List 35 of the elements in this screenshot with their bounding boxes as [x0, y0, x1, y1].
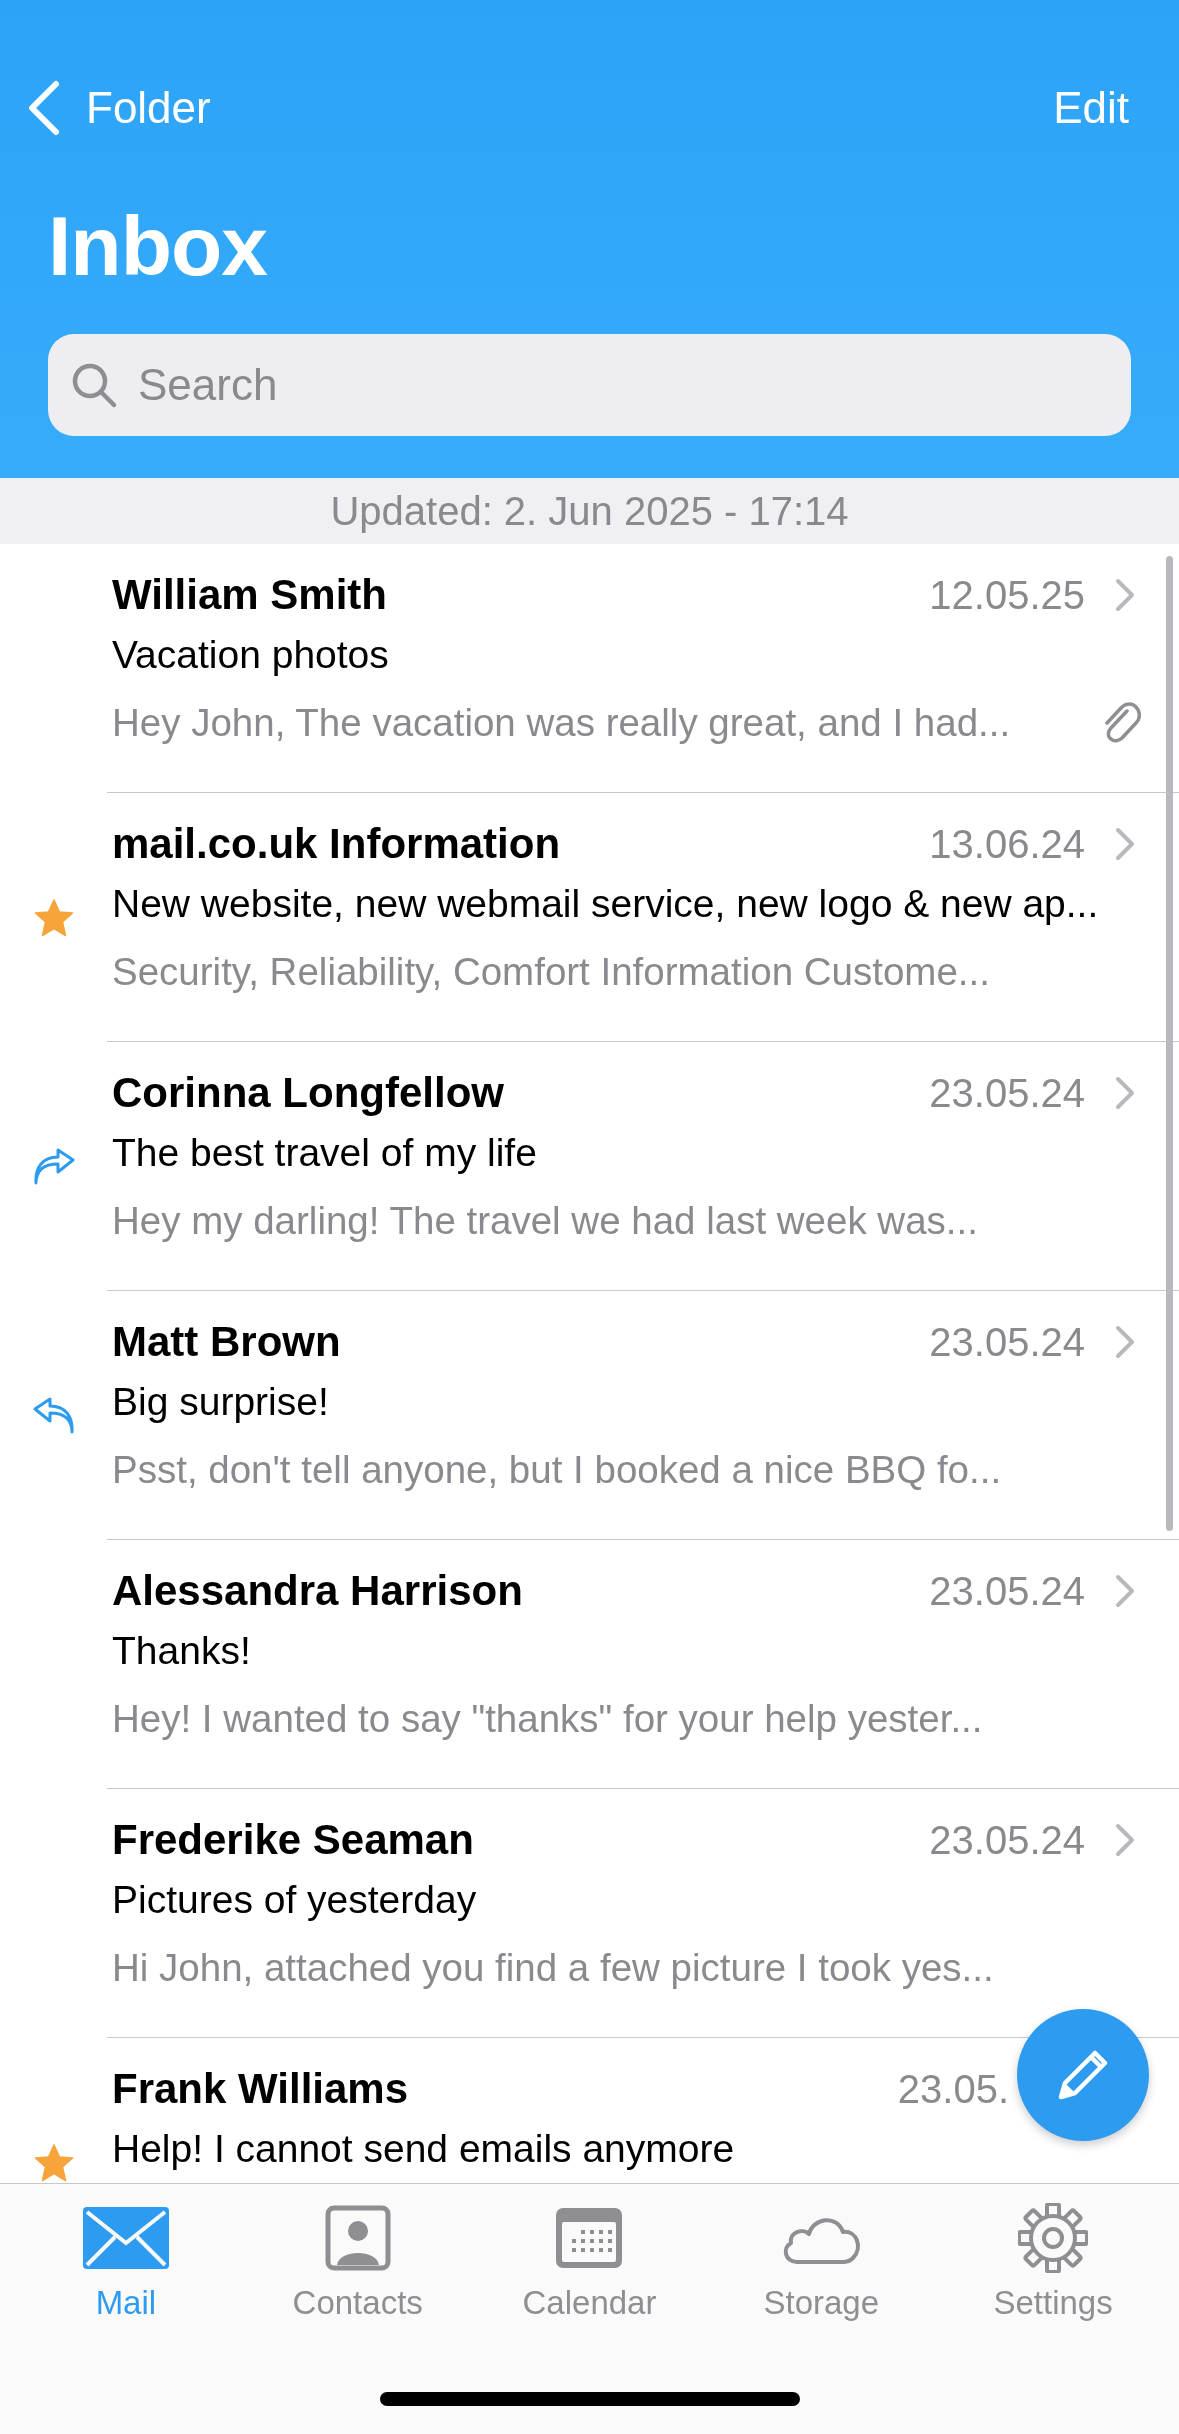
mail-subject: Help! I cannot send emails anymore — [112, 2126, 736, 2172]
mail-sender: William Smith — [112, 571, 388, 619]
mail-preview: Security, Reliability, Comfort Information Custome... — [112, 950, 991, 994]
mail-preview: Hi John, attached you find a few picture I took yes... — [112, 1946, 995, 1990]
mail-sender: Alessandra Harrison — [112, 1567, 524, 1615]
mail-list-row[interactable]: mail.co.uk Information 13.06.24 New website, new webmail service, new logo & new ap... Security, Reliability, Comfort Information Custome... — [107, 793, 1179, 1042]
mail-date: 23.05.24 — [929, 1319, 1085, 1365]
mail-subject: Pictures of yesterday — [112, 1877, 478, 1923]
mail-date: 23.05.24 — [929, 1070, 1085, 1116]
mail-list-row[interactable]: Alessandra Harrison 23.05.24 Thanks! Hey! I wanted to say "thanks" for your help yester... — [107, 1540, 1179, 1789]
search-field[interactable]: Search — [48, 334, 1131, 436]
mail-date: 23.05. — [897, 2066, 1009, 2112]
mail-sender: Frederike Seaman — [112, 1816, 475, 1864]
mail-subject: Vacation photos — [112, 632, 390, 678]
screen-title: Inbox — [47, 198, 268, 292]
mail-sender: mail.co.uk Information — [112, 820, 562, 868]
mail-sender: Frank Williams — [112, 2065, 410, 2113]
mail-subject: New website, new webmail service, new logo & new ap... — [112, 881, 1100, 927]
last-updated-text: Updated: 2. Jun 2025 - 17:14 — [330, 488, 849, 534]
mail-list-row[interactable]: William Smith 12.05.25 Vacation photos Hey John, The vacation was really great, and I had... — [107, 544, 1179, 793]
mail-subject: Thanks! — [112, 1628, 252, 1674]
mail-preview: Hey my darling! The travel we had last week was... — [112, 1199, 979, 1243]
mail-list-row[interactable]: Corinna Longfellow 23.05.24 The best travel of my life Hey my darling! The travel we had last week was... — [107, 1042, 1179, 1291]
mail-subject: The best travel of my life — [112, 1130, 538, 1176]
mail-date: 13.06.24 — [929, 821, 1085, 867]
mail-sender: Matt Brown — [112, 1318, 342, 1366]
mail-date: 12.05.25 — [929, 572, 1085, 618]
mail-sender: Corinna Longfellow — [112, 1069, 505, 1117]
mail-preview: Hey! I wanted to say "thanks" for your help yester... — [112, 1697, 984, 1741]
mail-subject: Big surprise! — [112, 1379, 330, 1425]
mail-date: 23.05.24 — [929, 1817, 1085, 1863]
mail-preview: Psst, don't tell anyone, but I booked a nice BBQ fo... — [112, 1448, 1003, 1492]
mail-date: 23.05.24 — [929, 1568, 1085, 1614]
mail-list-row[interactable]: Matt Brown 23.05.24 Big surprise! Psst, don't tell anyone, but I booked a nice BBQ fo... — [107, 1291, 1179, 1540]
mail-preview: Hey John, The vacation was really great, and I had... — [112, 701, 1012, 745]
